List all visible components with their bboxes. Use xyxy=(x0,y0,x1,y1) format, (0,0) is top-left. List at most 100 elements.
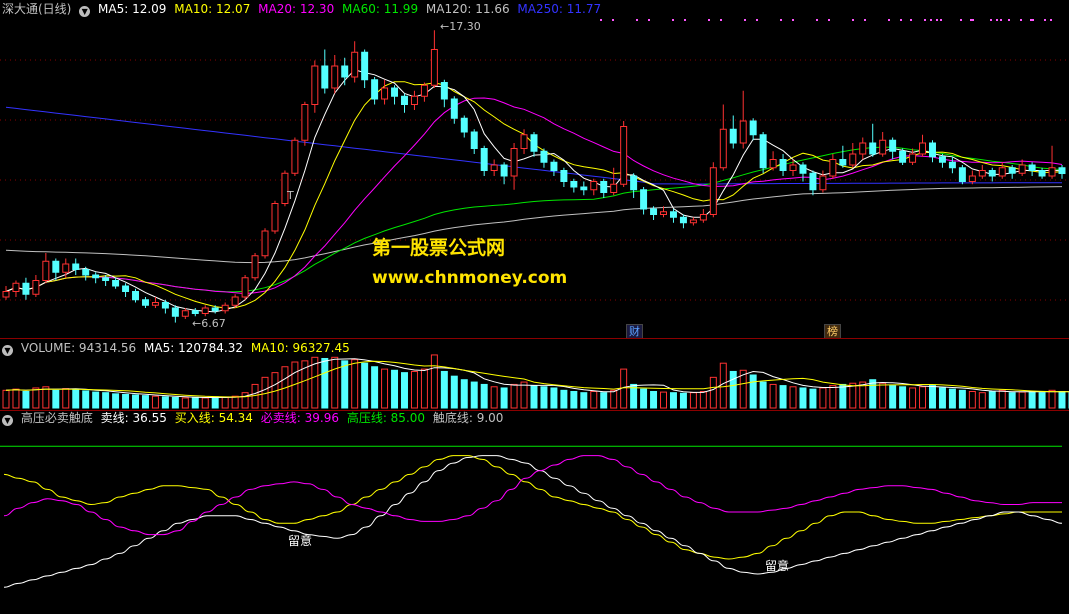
candle-body xyxy=(610,183,618,193)
volume-bar xyxy=(381,368,389,409)
candle-body xyxy=(719,128,727,169)
volume-bar xyxy=(899,386,907,409)
candle xyxy=(590,178,598,196)
price-chart-panel[interactable]: 深大通(日线) ▼ MA5: 12.09 MA10: 12.07 MA20: 1… xyxy=(0,0,1069,339)
volume-bar xyxy=(938,387,946,409)
signal-dot xyxy=(1000,19,1002,21)
volume-bar xyxy=(530,385,538,409)
ma10-value: MA10: 12.07 xyxy=(174,2,251,16)
candle-body xyxy=(1028,164,1036,171)
finance-badge[interactable]: 财 xyxy=(626,324,643,339)
volume-bar xyxy=(231,395,239,409)
signal-dot xyxy=(924,19,926,21)
candle-body xyxy=(181,310,189,317)
candle-body xyxy=(191,310,199,314)
volume-bar xyxy=(1038,392,1046,409)
sell-line-value: 卖线: 36.55 xyxy=(100,411,167,425)
candle xyxy=(809,170,817,196)
candle xyxy=(221,302,229,314)
candle-body xyxy=(251,255,259,279)
volume-bar xyxy=(919,386,927,409)
volume-bar xyxy=(221,396,229,409)
chevron-down-icon[interactable]: ▼ xyxy=(2,345,13,356)
volume-bar xyxy=(929,385,936,409)
candle-body xyxy=(391,87,399,97)
candle-body xyxy=(231,296,239,306)
volume-bar xyxy=(809,388,817,409)
volume-bar xyxy=(331,356,339,409)
stock-name[interactable]: 深大通(日线) xyxy=(2,2,71,16)
volume-bar xyxy=(1058,390,1066,409)
candle xyxy=(351,41,359,83)
candle xyxy=(161,299,169,314)
candle xyxy=(1028,162,1036,176)
candle xyxy=(460,115,468,138)
candle-body xyxy=(1018,164,1026,174)
candle xyxy=(839,145,847,168)
volume-bar xyxy=(998,389,1006,409)
signal-dot xyxy=(720,19,722,21)
signal-dot xyxy=(900,19,902,21)
candle-body xyxy=(530,134,538,152)
candle-body xyxy=(82,269,90,276)
candle-body xyxy=(141,299,149,306)
candle-body xyxy=(580,186,588,191)
candle xyxy=(889,137,897,160)
candle-body xyxy=(560,170,568,182)
signal-dot xyxy=(864,19,866,21)
candle-body xyxy=(22,282,30,295)
candle xyxy=(191,308,199,317)
candle xyxy=(968,170,976,185)
chevron-down-icon[interactable]: ▼ xyxy=(79,6,91,17)
ma120-value: MA120: 11.66 xyxy=(425,2,510,16)
volume-bar xyxy=(689,392,697,409)
ranking-badge[interactable]: 榜 xyxy=(824,324,841,339)
signal-dot xyxy=(828,19,830,21)
volume-bar xyxy=(12,388,20,409)
candle-body xyxy=(669,211,677,218)
candle-body xyxy=(361,51,369,81)
volume-panel[interactable]: ▼ VOLUME: 94314.56 MA5: 120784.32 MA10: … xyxy=(0,338,1069,410)
candle xyxy=(709,162,717,218)
candle xyxy=(311,60,319,113)
chevron-down-icon[interactable]: ▼ xyxy=(2,415,13,426)
signal-dot xyxy=(1030,19,1032,21)
candle xyxy=(570,178,578,193)
signal-dot xyxy=(636,19,638,21)
signal-dot xyxy=(816,19,818,21)
signal-dot xyxy=(756,19,758,21)
signal-dot xyxy=(672,19,674,21)
candle-body xyxy=(640,189,648,210)
candle-body xyxy=(430,49,438,86)
candle-body xyxy=(570,181,578,188)
candle xyxy=(321,49,329,94)
volume-bar xyxy=(570,390,578,409)
volume-bar xyxy=(719,362,727,409)
candle xyxy=(450,96,458,124)
candle xyxy=(849,143,857,168)
volume-bar xyxy=(958,389,966,409)
candle-body xyxy=(460,117,468,133)
volume-bar xyxy=(600,392,608,409)
indicator-panel[interactable]: ▼ 高压必卖触底 卖线: 36.55 买入线: 54.34 必卖线: 39.96… xyxy=(0,410,1069,614)
attention-label: 留意 xyxy=(288,534,313,548)
candle xyxy=(759,132,767,174)
candle-body xyxy=(301,104,309,141)
candle-body xyxy=(291,139,299,174)
volume-bar xyxy=(201,397,209,409)
candle-body xyxy=(899,150,907,163)
candle xyxy=(988,167,996,182)
candle xyxy=(480,145,488,176)
volume-bar xyxy=(699,390,707,409)
candle-body xyxy=(859,142,867,155)
candle-body xyxy=(1048,167,1056,177)
volume-bar xyxy=(769,383,777,409)
candle xyxy=(620,121,628,187)
volume-bar xyxy=(460,379,468,409)
candle-body xyxy=(630,175,638,191)
candle-body xyxy=(440,82,448,100)
candle-body xyxy=(1038,170,1046,177)
volume-bar xyxy=(161,396,169,409)
candle xyxy=(859,137,867,160)
indicator-chart[interactable] xyxy=(0,410,1069,614)
